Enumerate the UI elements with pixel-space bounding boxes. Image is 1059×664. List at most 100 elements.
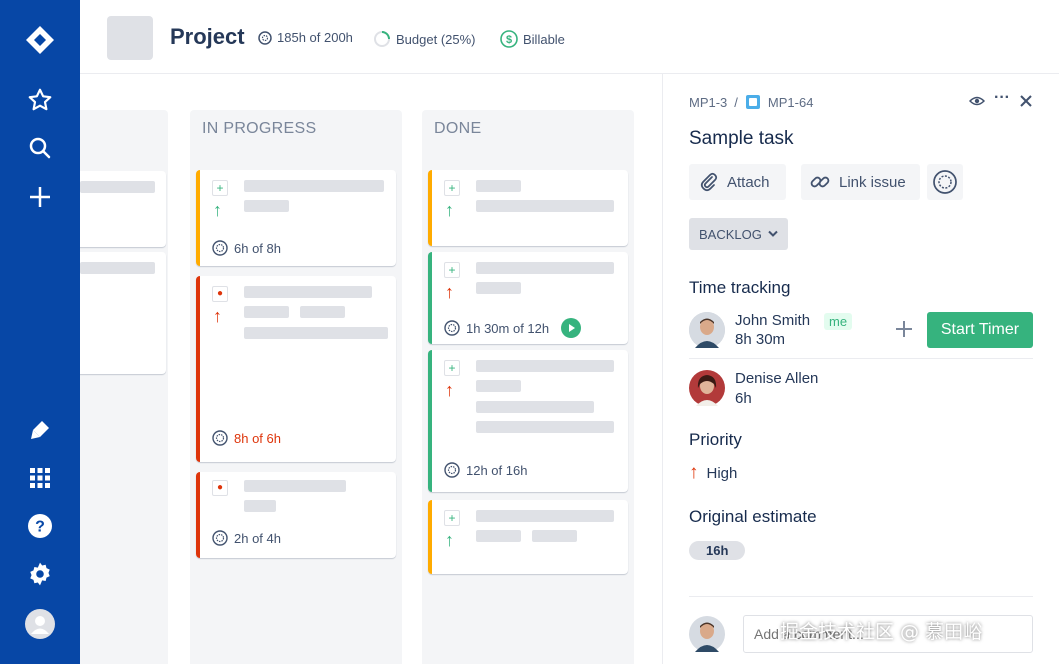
priority-high-arrow-icon: ↑: [445, 282, 454, 302]
story-icon: +: [212, 180, 228, 196]
column-title: DONE: [434, 120, 482, 137]
project-header: Project 185h of 200h Budget (25%) $ Bill…: [80, 0, 1059, 74]
divider: [689, 596, 1033, 597]
svg-text:?: ?: [35, 519, 45, 536]
settings-gear-icon[interactable]: [20, 554, 60, 594]
card[interactable]: + ↑ 12h of 16h: [428, 350, 628, 492]
original-estimate-heading: Original estimate: [689, 507, 817, 526]
priority-high-arrow-icon: ↑: [213, 306, 222, 326]
user-name: Denise Allen: [735, 370, 819, 387]
user-time: 8h 30m: [735, 331, 786, 348]
time-tracking-icon: [444, 320, 460, 336]
story-icon: +: [444, 510, 460, 526]
more-actions-icon[interactable]: ···: [994, 89, 1010, 107]
task-type-icon: [745, 95, 760, 109]
project-title: Project: [170, 24, 245, 49]
attach-label: Attach: [727, 173, 770, 191]
card[interactable]: + ↑ 6h of 8h: [196, 170, 396, 266]
board-column-done: DONE + ↑ + ↑ 1h 30m of 12h + ↑ 12h of 16…: [422, 110, 634, 664]
play-timer-icon[interactable]: [561, 318, 582, 338]
card[interactable]: + ↑ 1h 30m of 12h: [428, 252, 628, 344]
card-time-text: 2h of 4h: [234, 530, 281, 546]
breadcrumb-issue-key[interactable]: MP1-64: [768, 95, 814, 110]
user-time: 6h: [735, 390, 752, 407]
profile-avatar-icon[interactable]: [20, 604, 60, 644]
jira-logo-icon[interactable]: [20, 20, 60, 60]
stopwatch-icon: [258, 30, 272, 45]
timer-dial-icon: [933, 170, 957, 194]
card-time: 2h of 4h: [212, 530, 281, 546]
priority-high-arrow-icon: ↑: [445, 380, 454, 400]
start-timer-button[interactable]: Start Timer: [927, 312, 1033, 348]
avatar: [689, 616, 725, 652]
notifications-icon[interactable]: [20, 410, 60, 450]
time-tracking-icon: [444, 462, 460, 478]
status-label: BACKLOG: [699, 226, 762, 242]
time-tracking-button[interactable]: [927, 164, 963, 200]
global-nav: ?: [0, 0, 80, 664]
priority-low-arrow-icon: ↑: [445, 530, 454, 550]
hours-text: 185h of 200h: [277, 30, 353, 45]
watermark-text: 掘金技术社区 @ 慕田峪: [780, 621, 983, 643]
paperclip-icon: [700, 172, 718, 192]
priority-heading: Priority: [689, 430, 742, 449]
chevron-down-icon: [768, 230, 778, 237]
attach-button[interactable]: Attach: [689, 164, 786, 200]
board-column-todo: [80, 110, 168, 664]
priority-value: High: [706, 464, 738, 482]
time-tracking-icon: [212, 430, 228, 446]
story-icon: +: [444, 360, 460, 376]
priority-field[interactable]: ↑ High: [689, 462, 737, 484]
priority-low-arrow-icon: ↑: [445, 200, 454, 220]
priority-low-arrow-icon: ↑: [213, 200, 222, 220]
time-tracking-icon: [212, 530, 228, 546]
star-icon[interactable]: [20, 80, 60, 120]
link-issue-button[interactable]: Link issue: [801, 164, 920, 200]
priority-high-arrow-icon: ↑: [689, 462, 699, 483]
create-icon[interactable]: [20, 177, 60, 217]
me-badge: me: [824, 313, 853, 330]
time-tracking-icon: [212, 240, 228, 256]
project-avatar[interactable]: [107, 16, 153, 60]
billable-text: Billable: [523, 31, 565, 47]
status-dropdown[interactable]: BACKLOG: [689, 218, 788, 250]
card[interactable]: ● 2h of 4h: [196, 472, 396, 558]
link-icon: [810, 176, 830, 188]
bug-icon: ●: [212, 286, 228, 302]
issue-detail-panel: MP1-3 / MP1-64 ··· Sample task Attach Li…: [662, 74, 1059, 664]
card-time-text: 1h 30m of 12h: [466, 320, 550, 336]
card[interactable]: + ↑: [428, 500, 628, 574]
board-column-in-progress: IN PROGRESS + ↑ 6h of 8h ● ↑ 8h of 6h ● …: [190, 110, 402, 664]
budget-summary: Budget (25%): [373, 30, 476, 48]
svg-text:$: $: [506, 34, 512, 46]
bug-icon: ●: [212, 480, 228, 496]
card-time: 6h of 8h: [212, 240, 281, 256]
card-time-text: 6h of 8h: [234, 240, 281, 256]
time-tracking-heading: Time tracking: [689, 278, 791, 297]
avatar: [689, 370, 725, 406]
story-icon: +: [444, 180, 460, 196]
breadcrumb-separator: /: [734, 94, 738, 110]
card[interactable]: ● ↑ 8h of 6h: [196, 276, 396, 462]
search-icon[interactable]: [20, 128, 60, 168]
card[interactable]: [80, 252, 166, 374]
card-time: 1h 30m of 12h: [444, 318, 582, 338]
apps-grid-icon[interactable]: [20, 458, 60, 498]
column-title: IN PROGRESS: [202, 120, 317, 137]
breadcrumb: MP1-3 / MP1-64: [689, 94, 813, 110]
issue-title[interactable]: Sample task: [689, 128, 794, 150]
close-icon[interactable]: [1020, 94, 1032, 112]
divider: [689, 358, 1033, 359]
user-name: John Smith: [735, 312, 811, 329]
watch-eye-icon[interactable]: [968, 94, 986, 113]
link-issue-label: Link issue: [839, 173, 906, 191]
card[interactable]: [80, 171, 166, 247]
estimate-value[interactable]: 16h: [689, 541, 746, 560]
help-icon[interactable]: ?: [20, 506, 60, 546]
card-time: 12h of 16h: [444, 462, 527, 478]
card-time: 8h of 6h: [212, 430, 281, 446]
card[interactable]: + ↑: [428, 170, 628, 246]
breadcrumb-parent[interactable]: MP1-3: [689, 95, 727, 110]
add-time-icon[interactable]: [895, 320, 913, 343]
avatar: [689, 312, 725, 348]
